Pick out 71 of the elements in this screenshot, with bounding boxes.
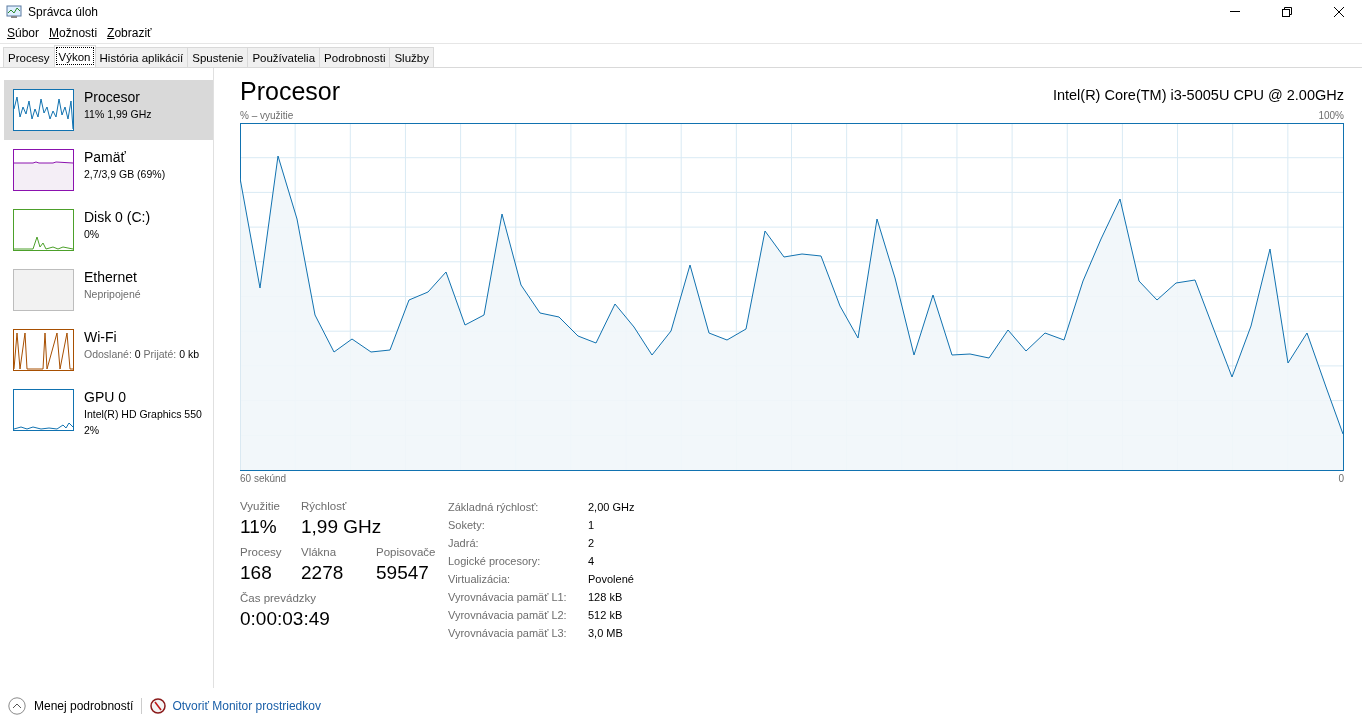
- item-name: Procesor: [84, 89, 142, 106]
- axis-label: % – využitie: [240, 110, 294, 121]
- detail-label: Virtualizácia:: [448, 572, 512, 587]
- chevron-up-icon: [8, 697, 26, 715]
- item-detail: 0%: [84, 227, 101, 242]
- item-detail: Nepripojené: [84, 287, 141, 302]
- stat-label: Rýchlosť: [301, 499, 348, 514]
- tab[interactable]: História aplikácií: [94, 47, 189, 67]
- detail-value: 128 kB: [588, 590, 624, 605]
- stat-label: Procesy: [240, 545, 283, 560]
- item-name: Disk 0 (C:): [84, 209, 151, 226]
- item-detail: Intel(R) HD Graphics 550: [84, 407, 202, 422]
- tab[interactable]: Spustenie: [187, 47, 249, 67]
- detail-value: 1: [588, 518, 596, 533]
- detail-value: 512 kB: [588, 608, 624, 623]
- resource-monitor-link[interactable]: Otvoriť Monitor prostriedkov: [150, 698, 321, 714]
- fewer-details-button[interactable]: Menej podrobností: [8, 697, 134, 715]
- stat-value: 168: [240, 561, 273, 585]
- stat-label: Popisovače: [376, 545, 436, 560]
- tab[interactable]: Služby: [389, 47, 434, 67]
- restore-icon: [1282, 6, 1292, 17]
- sidebar-item[interactable]: Pamäť 2,7/3,9 GB (69%): [4, 140, 213, 200]
- stat-label: Čas prevádzky: [240, 591, 318, 606]
- item-name: Pamäť: [84, 149, 127, 166]
- sidebar-item[interactable]: GPU 0 Intel(R) HD Graphics 550 2%: [4, 380, 213, 440]
- detail-value: 3,0 MB: [588, 626, 624, 641]
- menu-item[interactable]: Možnosti: [44, 26, 103, 40]
- item-detail: Odoslané: 0 Prijaté: 0 kb: [84, 347, 199, 362]
- detail-label: Vyrovnávacia pamäť L1:: [448, 590, 568, 605]
- detail-label: Sokety:: [448, 518, 486, 533]
- stat-value: 1,99 GHz: [301, 515, 382, 539]
- monitor-chart-icon: [6, 4, 22, 19]
- stat-value: 11%: [240, 515, 278, 539]
- item-detail: 2%: [84, 423, 101, 438]
- detail-value: 2,00 GHz: [588, 500, 635, 515]
- window-title: Správca úloh: [28, 4, 100, 19]
- detail-label: Logické procesory:: [448, 554, 542, 569]
- stat-value: 2278: [301, 561, 345, 585]
- page-title: Procesor: [240, 76, 341, 106]
- item-detail: 11% 1,99 GHz: [84, 107, 152, 122]
- axis-label: 100%: [1318, 110, 1344, 121]
- detail-value: 4: [588, 554, 596, 569]
- stat-label: Vlákna: [301, 545, 338, 560]
- stat-value: 59547: [376, 561, 430, 585]
- sidebar-item[interactable]: Ethernet Nepripojené: [4, 260, 213, 320]
- tab[interactable]: Používatelia: [247, 47, 321, 67]
- detail-label: Vyrovnávacia pamäť L3:: [448, 626, 568, 641]
- detail-value: 2: [588, 536, 596, 551]
- tab[interactable]: Výkon: [53, 45, 96, 67]
- item-name: Ethernet: [84, 269, 138, 286]
- detail-value: Povolené: [588, 572, 635, 587]
- menu-item[interactable]: Súbor: [2, 26, 45, 40]
- sidebar-item[interactable]: Disk 0 (C:) 0%: [4, 200, 213, 260]
- detail-label: Základná rýchlosť:: [448, 500, 540, 515]
- sidebar-item[interactable]: Wi-Fi Odoslané: 0 Prijaté: 0 kb: [4, 320, 213, 380]
- menu-item[interactable]: Zobraziť: [102, 26, 157, 40]
- item-name: Wi-Fi: [84, 329, 118, 346]
- item-detail: 2,7/3,9 GB (69%): [84, 167, 166, 182]
- axis-label: 60 sekúnd: [240, 473, 287, 484]
- detail-label: Jadrá:: [448, 536, 480, 551]
- tab[interactable]: Podrobnosti: [319, 47, 391, 67]
- close-icon: [1334, 6, 1344, 17]
- sidebar-item[interactable]: Procesor 11% 1,99 GHz: [4, 80, 213, 140]
- device-name: Intel(R) Core(TM) i3-5005U CPU @ 2.00GHz: [1052, 86, 1344, 105]
- detail-label: Vyrovnávacia pamäť L2:: [448, 608, 568, 623]
- stat-label: Využitie: [240, 499, 281, 514]
- axis-label: 0: [1338, 473, 1344, 484]
- stat-value: 0:00:03:49: [240, 607, 330, 631]
- item-name: GPU 0: [84, 389, 127, 406]
- tab[interactable]: Procesy: [3, 47, 55, 67]
- minimize-icon: [1230, 11, 1240, 12]
